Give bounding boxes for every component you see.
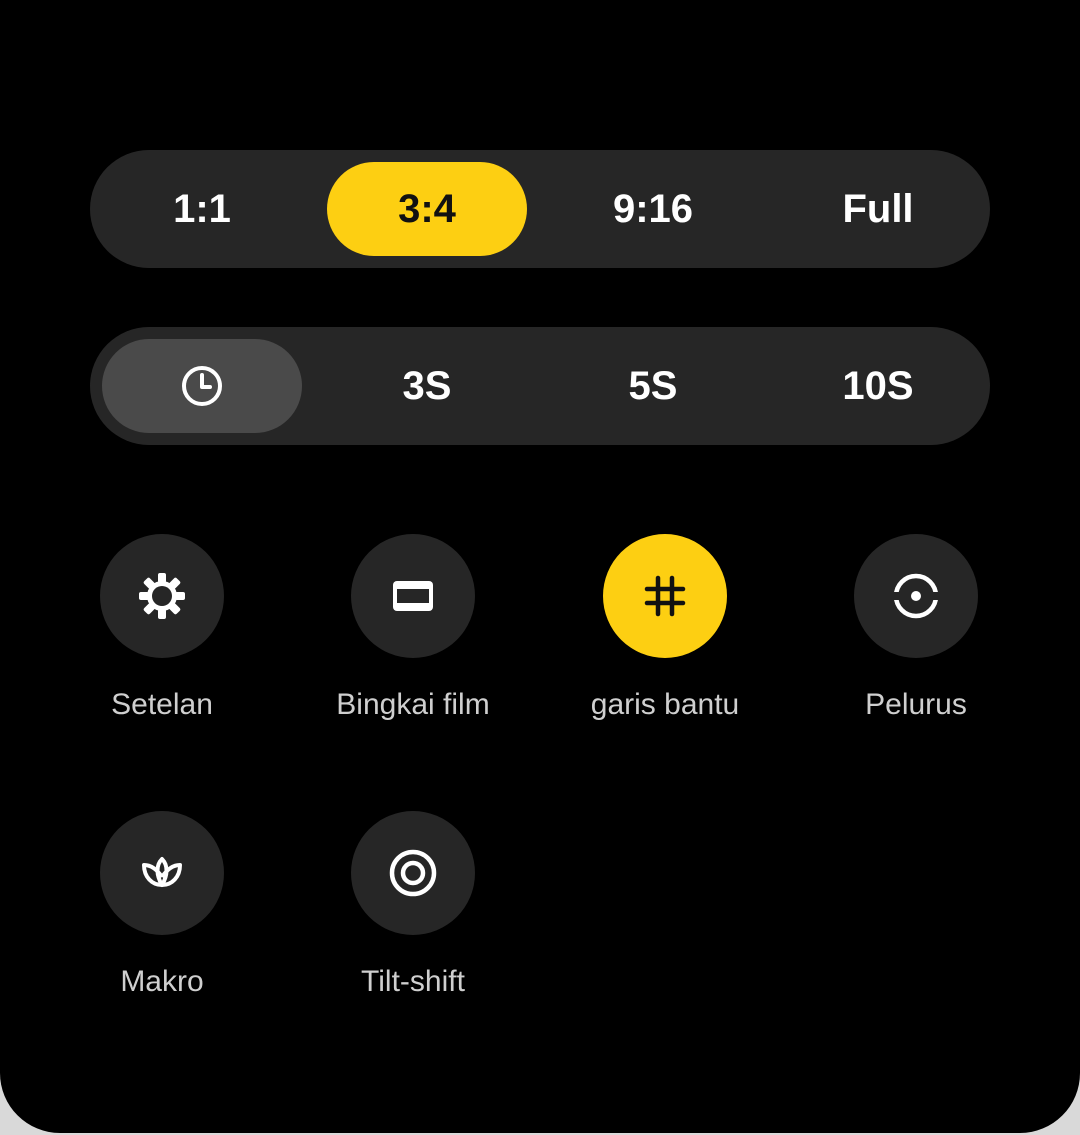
macro-flower-icon	[142, 857, 182, 887]
grid-icon	[644, 575, 686, 617]
tool-label: Pelurus	[865, 688, 967, 721]
timer-selector: 3S 5S 10S	[90, 327, 990, 445]
level-button[interactable]	[854, 534, 978, 658]
tool-level: Pelurus	[791, 534, 1041, 722]
film-frame-icon	[393, 581, 433, 611]
ratio-option-full[interactable]: Full	[778, 162, 978, 256]
tilt-shift-button[interactable]	[351, 811, 475, 935]
ratio-option-1-1[interactable]: 1:1	[102, 162, 302, 256]
tool-label: Bingkai film	[336, 688, 490, 721]
camera-settings-panel: 1:1 3:4 9:16 Full 3S 5S 10S Setelan Bing…	[0, 0, 1080, 1133]
tool-macro: Makro	[37, 811, 287, 999]
aspect-ratio-selector: 1:1 3:4 9:16 Full	[90, 150, 990, 268]
settings-button[interactable]	[100, 534, 224, 658]
tool-film-frame: Bingkai film	[288, 534, 538, 722]
tool-tilt-shift: Tilt-shift	[288, 811, 538, 999]
timer-option-10s[interactable]: 10S	[778, 339, 978, 433]
timer-off-button[interactable]	[102, 339, 302, 433]
tool-label: garis bantu	[590, 688, 740, 721]
gear-icon	[139, 573, 185, 619]
tool-grid-lines: garis bantu	[540, 534, 790, 722]
tool-settings: Setelan	[37, 534, 287, 722]
ratio-option-9-16[interactable]: 9:16	[553, 162, 753, 256]
macro-button[interactable]	[100, 811, 224, 935]
tool-label: Setelan	[111, 688, 213, 721]
level-icon	[890, 573, 942, 619]
clock-icon	[182, 366, 222, 406]
ratio-option-3-4[interactable]: 3:4	[327, 162, 527, 256]
timer-option-5s[interactable]: 5S	[553, 339, 753, 433]
grid-lines-button[interactable]	[603, 534, 727, 658]
tilt-shift-icon	[389, 849, 437, 897]
tool-label: Tilt-shift	[361, 965, 465, 998]
tool-label: Makro	[120, 965, 204, 998]
film-frame-button[interactable]	[351, 534, 475, 658]
timer-option-3s[interactable]: 3S	[327, 339, 527, 433]
